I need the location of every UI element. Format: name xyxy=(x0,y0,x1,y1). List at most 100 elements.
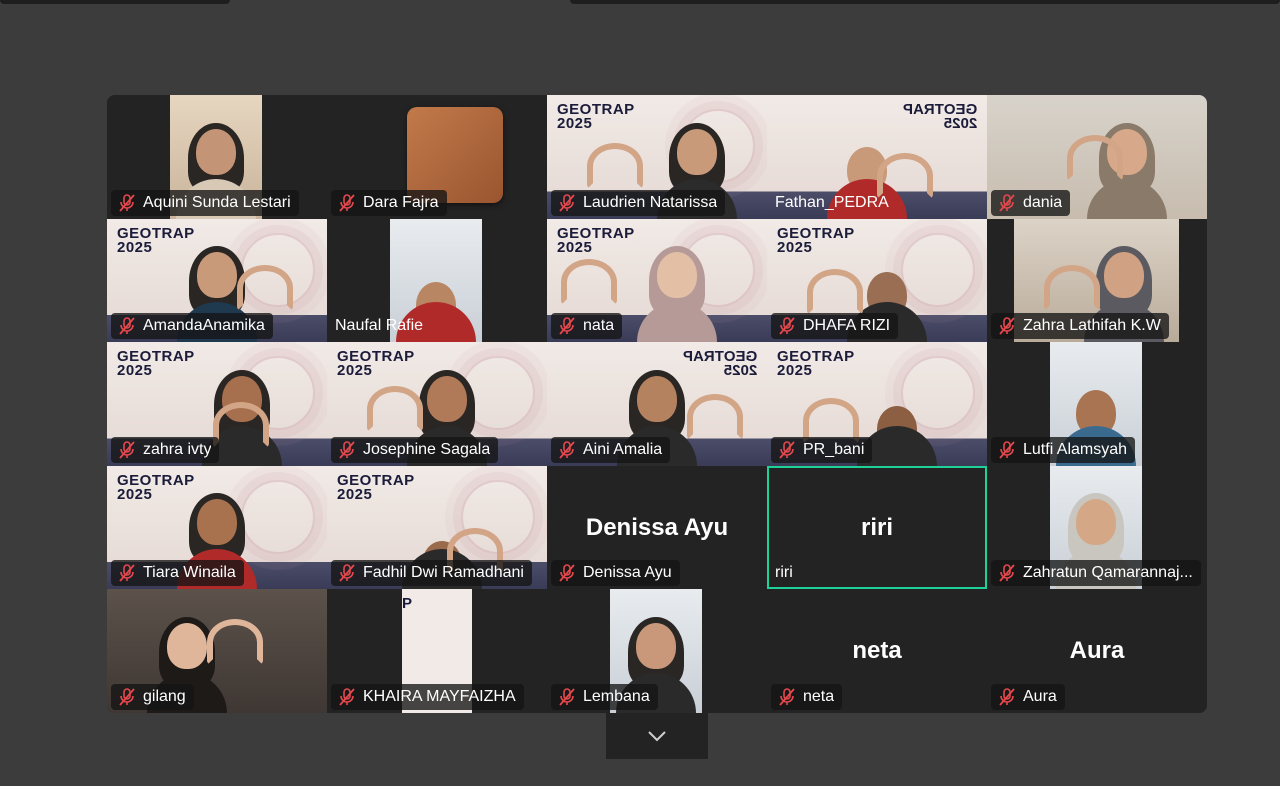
participant-tile[interactable]: GEOTRAP 2025 Aini Amalia xyxy=(547,342,767,466)
microphone-muted-icon xyxy=(119,317,135,335)
participant-name: PR_bani xyxy=(803,440,865,458)
participant-tile[interactable]: neta neta xyxy=(767,589,987,713)
participant-tile[interactable]: Dara Fajra xyxy=(327,95,547,219)
geotrap-logo: GEOTRAP 2025 xyxy=(557,101,635,132)
microphone-muted-icon xyxy=(999,688,1015,706)
participant-tile[interactable]: Denissa Ayu Denissa Ayu xyxy=(547,465,767,590)
participant-nametag: Zahratun Qamarannaj... xyxy=(991,560,1201,587)
participant-name: Aura xyxy=(1023,687,1057,705)
participant-name: zahra ivty xyxy=(143,440,212,458)
participant-tile-active-speaker[interactable]: riri riri xyxy=(767,465,987,590)
microphone-muted-icon xyxy=(999,440,1015,459)
participant-name: Laudrien Natarissa xyxy=(583,193,718,211)
microphone-muted-icon xyxy=(999,193,1015,212)
geotrap-logo: GEOTRAP 2025 xyxy=(337,348,415,380)
microphone-muted-icon xyxy=(119,193,135,212)
show-more-participants-button[interactable] xyxy=(606,713,708,759)
microphone-muted-icon xyxy=(339,564,355,582)
microphone-muted-icon xyxy=(559,688,575,706)
participant-nametag: DHAFA RIZI xyxy=(771,313,899,340)
participant-name: Fathan_PEDRA xyxy=(775,193,889,211)
participant-nametag: Zahra Lathifah K.W xyxy=(991,313,1169,340)
participant-nametag: nata xyxy=(551,313,623,340)
participant-nametag: Fadhil Dwi Ramadhani xyxy=(331,560,532,587)
participant-tile[interactable]: GEOTRAP 2025 AmandaAnamika xyxy=(107,218,327,343)
microphone-muted-icon xyxy=(999,564,1015,582)
participant-tile[interactable]: GEOTRAP 2025 zahra ivty xyxy=(107,342,327,466)
participant-name: Dara Fajra xyxy=(363,193,439,211)
participant-name: nata xyxy=(583,317,615,335)
participant-tile[interactable]: Lembana xyxy=(547,589,767,713)
microphone-muted-icon xyxy=(339,193,355,212)
participant-tile[interactable]: Aura Aura xyxy=(987,589,1207,713)
microphone-muted-icon xyxy=(779,688,795,706)
microphone-muted-icon xyxy=(339,688,355,706)
participant-name: Denissa Ayu xyxy=(583,564,672,582)
participant-nametag: riri xyxy=(771,560,801,586)
participant-nametag: Aini Amalia xyxy=(551,436,671,463)
participant-nametag: Aura xyxy=(991,683,1065,710)
microphone-muted-icon xyxy=(559,564,575,582)
geotrap-logo: GEOTRAP 2025 xyxy=(902,101,977,132)
participant-video xyxy=(407,107,503,203)
participant-tile[interactable]: Naufal Rafie xyxy=(327,218,547,343)
participant-nametag: PR_bani xyxy=(771,436,873,463)
participant-name: neta xyxy=(803,687,835,705)
participant-nametag: AmandaAnamika xyxy=(111,313,273,340)
participant-name: Aini Amalia xyxy=(583,440,663,458)
participant-tile[interactable]: GEOTRAP 2025 PR_bani xyxy=(767,342,987,466)
participant-tile[interactable]: Zahratun Qamarannaj... xyxy=(987,465,1207,590)
participant-name: Lutfi Alamsyah xyxy=(1023,440,1128,458)
participant-nametag: KHAIRA MAYFAIZHA xyxy=(331,683,524,710)
geotrap-logo: GEOTRAP 2025 xyxy=(117,348,195,380)
participant-tile[interactable]: GEOTRAP 2025 Josephine Sagala xyxy=(327,342,547,466)
geotrap-logo: GEOTRAP 2025 xyxy=(117,471,195,503)
participant-nametag: Dara Fajra xyxy=(331,189,447,216)
participant-tile[interactable]: Zahra Lathifah K.W xyxy=(987,218,1207,343)
geotrap-logo: P xyxy=(402,595,413,613)
participant-tile[interactable]: P KHAIRA MAYFAIZHA xyxy=(327,589,547,713)
participant-tile[interactable]: GEOTRAP 2025 Fadhil Dwi Ramadhani xyxy=(327,465,547,590)
participant-name: Naufal Rafie xyxy=(335,317,424,335)
participant-nametag: Tiara Winaila xyxy=(111,560,244,587)
participant-tile[interactable]: Lutfi Alamsyah xyxy=(987,342,1207,466)
microphone-muted-icon xyxy=(559,317,575,335)
participant-avatar-name: riri xyxy=(860,513,893,541)
participant-tile[interactable]: GEOTRAP 2025 Tiara Winaila xyxy=(107,465,327,590)
participant-name: dania xyxy=(1023,193,1063,211)
participant-tile[interactable]: dania xyxy=(987,95,1207,219)
geotrap-logo: GEOTRAP 2025 xyxy=(557,224,635,256)
participant-nametag: Denissa Ayu xyxy=(551,560,680,587)
participant-tile[interactable]: gilang xyxy=(107,589,327,713)
microphone-muted-icon xyxy=(119,688,135,706)
participant-name: Josephine Sagala xyxy=(363,440,491,458)
participant-name: AmandaAnamika xyxy=(143,317,265,335)
top-toolbar-right xyxy=(570,0,1280,4)
participant-name: Fadhil Dwi Ramadhani xyxy=(363,564,524,582)
participant-name: Aquini Sunda Lestari xyxy=(143,193,291,211)
participant-name: Zahratun Qamarannaj... xyxy=(1023,564,1193,582)
participant-tile[interactable]: GEOTRAP 2025 DHAFA RIZI xyxy=(767,218,987,343)
participant-tile[interactable]: GEOTRAP 2025 Fathan_PEDRA xyxy=(767,95,987,219)
participant-name: Tiara Winaila xyxy=(143,564,236,582)
participant-name: Lembana xyxy=(583,687,650,705)
participant-tile[interactable]: GEOTRAP 2025 nata xyxy=(547,218,767,343)
participant-tile[interactable]: Aquini Sunda Lestari xyxy=(107,95,327,219)
microphone-muted-icon xyxy=(999,317,1015,335)
participant-nametag: Josephine Sagala xyxy=(331,436,499,463)
participant-nametag: Fathan_PEDRA xyxy=(771,190,897,216)
geotrap-logo: GEOTRAP 2025 xyxy=(777,224,855,256)
participant-name: gilang xyxy=(143,687,186,705)
participant-avatar-name: Aura xyxy=(1069,637,1125,665)
geotrap-logo: GEOTRAP 2025 xyxy=(117,224,195,256)
geotrap-logo: GEOTRAP 2025 xyxy=(337,471,415,503)
participant-tile[interactable]: GEOTRAP 2025 Laudrien Natarissa xyxy=(547,95,767,219)
microphone-muted-icon xyxy=(779,317,795,335)
participant-nametag: neta xyxy=(771,683,843,710)
participant-nametag: gilang xyxy=(111,683,194,710)
participant-avatar-name: Denissa Ayu xyxy=(585,513,729,541)
geotrap-logo: GEOTRAP 2025 xyxy=(777,348,855,380)
geotrap-logo: GEOTRAP 2025 xyxy=(682,348,757,380)
participant-nametag: Naufal Rafie xyxy=(331,313,431,339)
microphone-muted-icon xyxy=(779,440,795,459)
